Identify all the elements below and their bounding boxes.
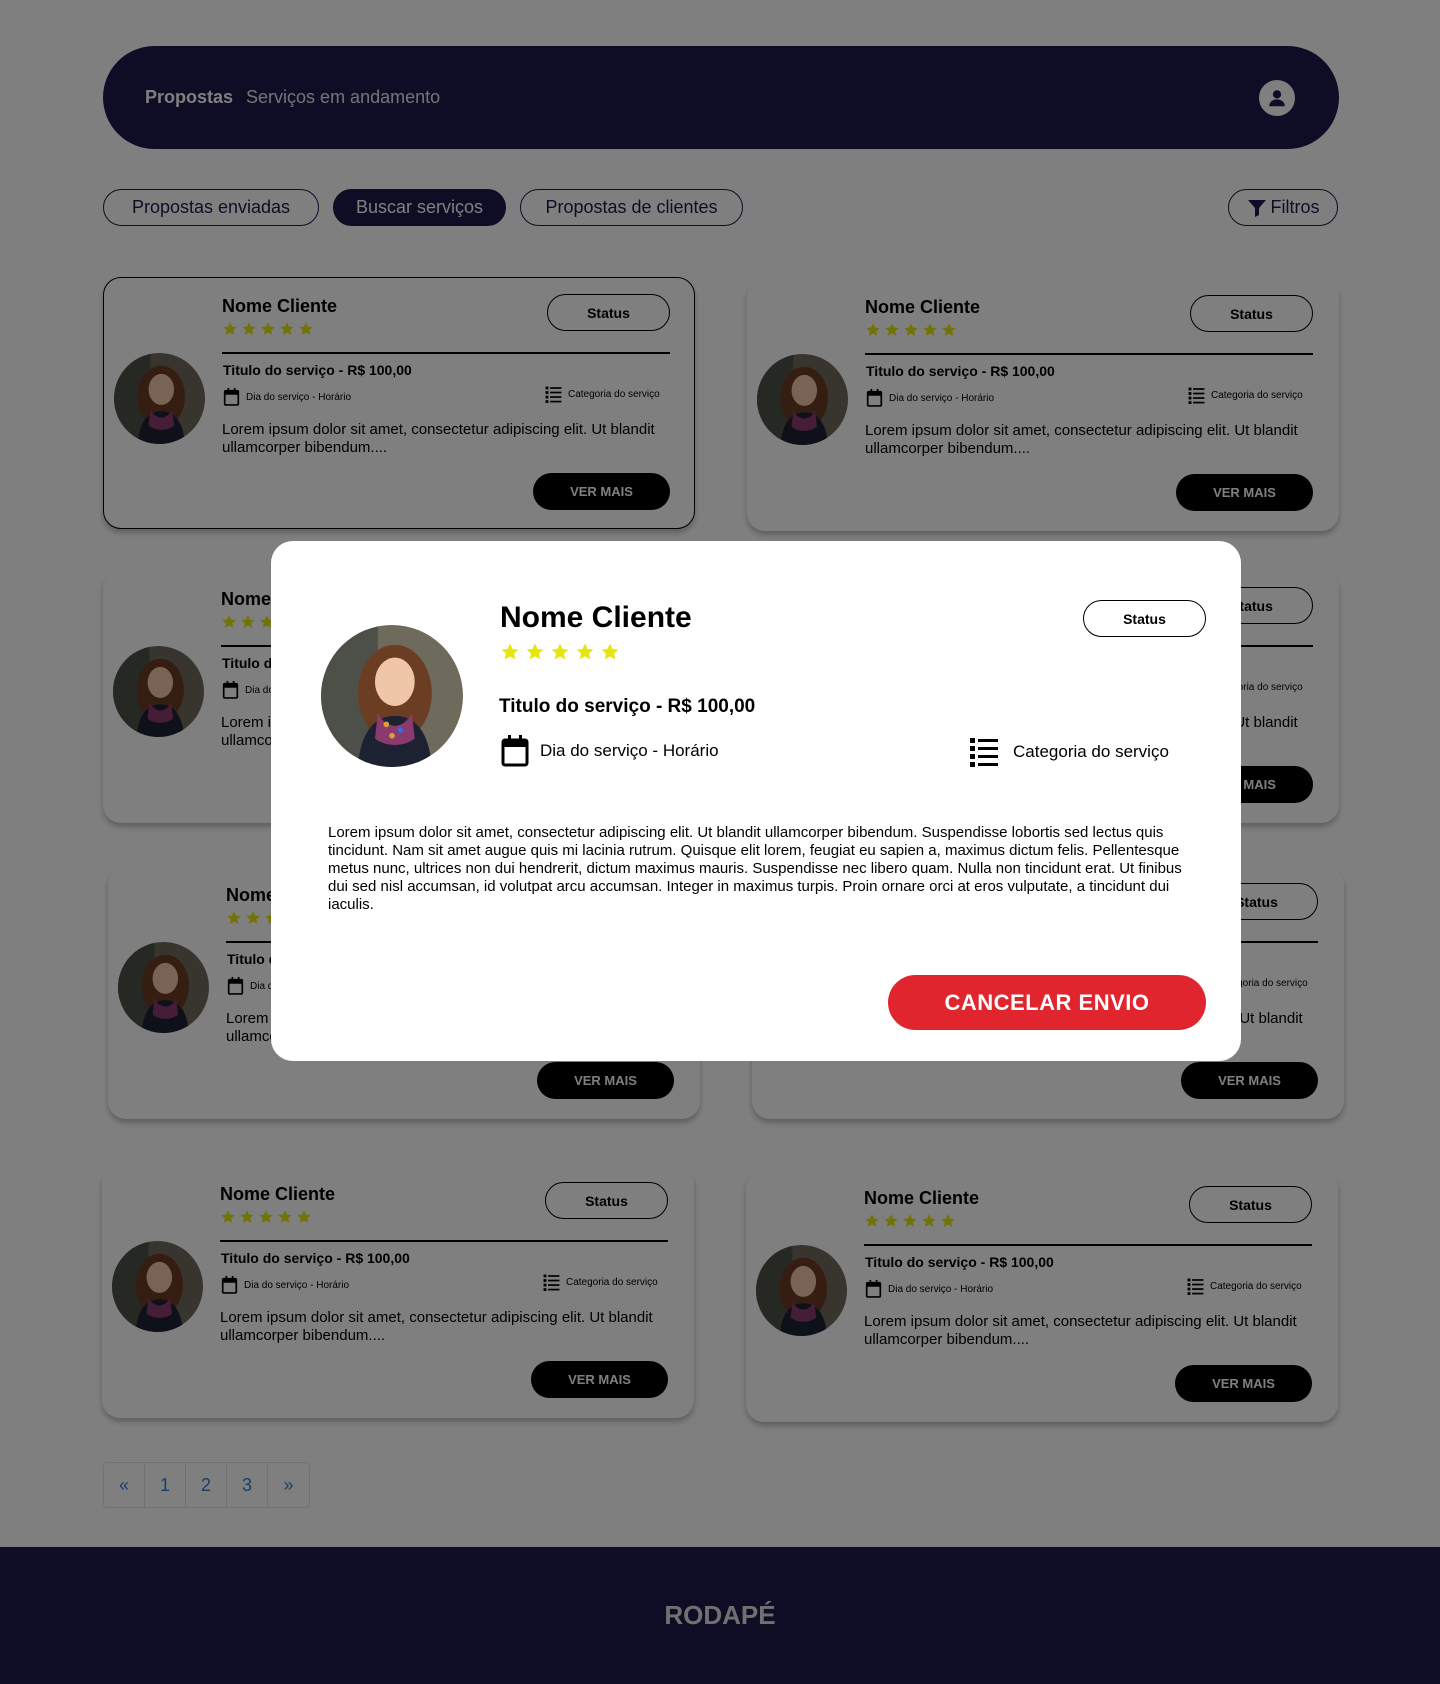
client-photo xyxy=(321,625,463,767)
service-category: Categoria do serviço xyxy=(969,736,1169,768)
rating-stars xyxy=(500,642,620,662)
cancel-send-button[interactable]: CANCELAR ENVIO xyxy=(888,975,1206,1030)
service-date: Dia do serviço - Horário xyxy=(500,734,719,768)
status-badge[interactable]: Status xyxy=(1083,600,1206,637)
proposal-detail-modal: Nome Cliente Status Titulo do serviço - … xyxy=(271,541,1241,1061)
client-name: Nome Cliente xyxy=(500,601,692,634)
service-title: Titulo do serviço - R$ 100,00 xyxy=(499,696,756,717)
service-category-label: Categoria do serviço xyxy=(1013,742,1169,761)
service-date-label: Dia do serviço - Horário xyxy=(540,741,719,760)
star-icon xyxy=(501,643,519,660)
calendar-icon xyxy=(501,735,529,767)
list-icon xyxy=(970,738,998,767)
star-icon xyxy=(551,643,569,660)
service-description: Lorem ipsum dolor sit amet, consectetur … xyxy=(328,824,1182,913)
star-icon xyxy=(576,643,594,660)
star-icon xyxy=(601,643,619,660)
star-icon xyxy=(526,643,544,660)
